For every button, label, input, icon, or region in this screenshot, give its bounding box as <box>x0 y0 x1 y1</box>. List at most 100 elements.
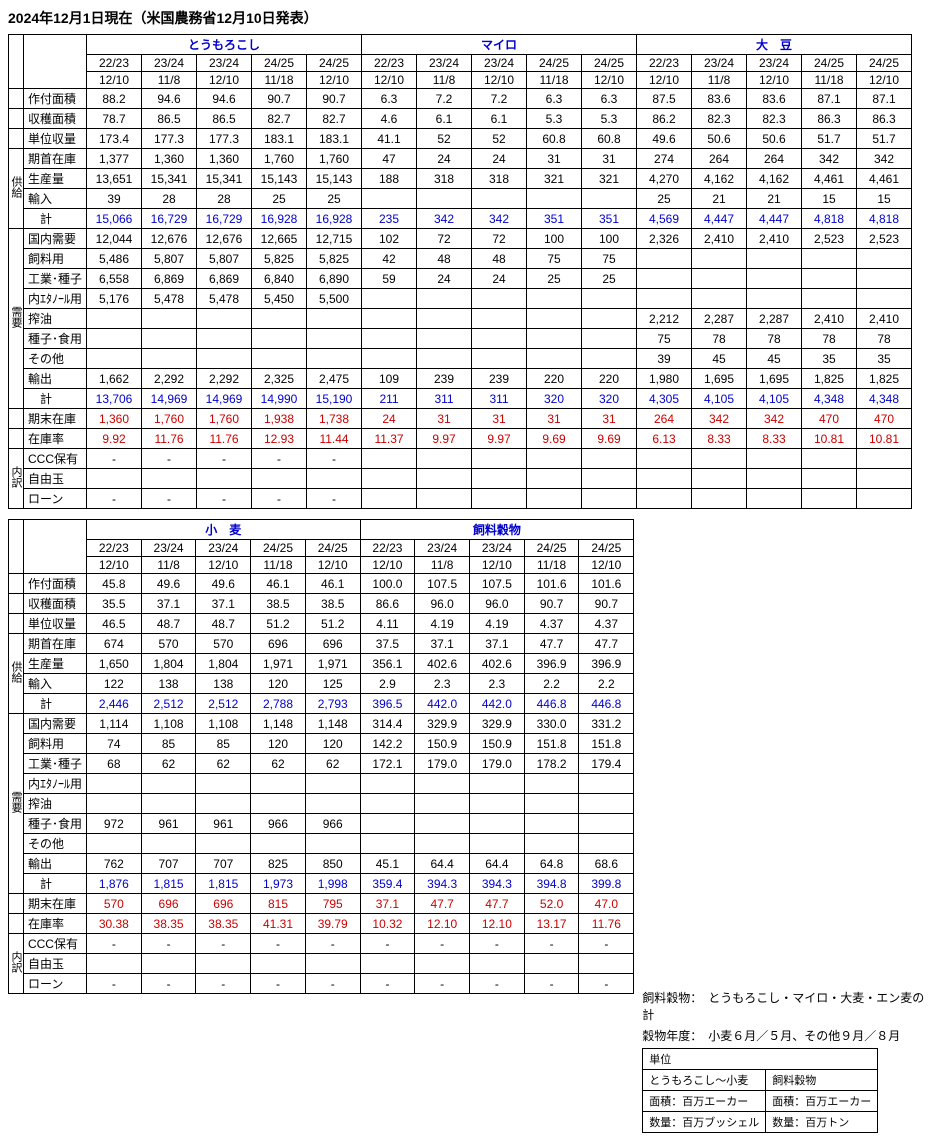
data-cell: 100 <box>527 229 582 249</box>
year-header: 23/24 <box>196 540 251 557</box>
data-cell: 6,840 <box>252 269 307 289</box>
data-cell: 4,162 <box>747 169 802 189</box>
data-cell <box>87 309 142 329</box>
data-cell: 46.5 <box>86 614 141 634</box>
data-cell: 86.6 <box>360 594 415 614</box>
data-cell: 351 <box>527 209 582 229</box>
data-cell: 62 <box>141 754 196 774</box>
data-cell: 87.1 <box>802 89 857 109</box>
data-cell: - <box>251 974 306 994</box>
data-cell <box>857 269 912 289</box>
data-cell: 38.5 <box>305 594 360 614</box>
data-cell: 87.5 <box>637 89 692 109</box>
data-cell <box>527 349 582 369</box>
row-label-seedfood: 種子･食用 <box>23 814 86 834</box>
data-cell: 2.9 <box>360 674 415 694</box>
side-supply: 供給 <box>9 149 24 229</box>
data-cell <box>802 289 857 309</box>
data-cell: 15,143 <box>252 169 307 189</box>
data-cell: 90.7 <box>307 89 362 109</box>
data-cell: 35.5 <box>86 594 141 614</box>
data-cell: 9.97 <box>472 429 527 449</box>
year-header: 23/24 <box>472 55 527 72</box>
data-cell: 82.3 <box>692 109 747 129</box>
side-demand: 需要 <box>9 714 24 894</box>
data-cell: 15,066 <box>87 209 142 229</box>
data-cell <box>692 449 747 469</box>
data-cell: 94.6 <box>142 89 197 109</box>
data-cell: 109 <box>362 369 417 389</box>
data-cell: 38.35 <box>196 914 251 934</box>
data-cell: 151.8 <box>524 734 579 754</box>
data-cell: 6.1 <box>417 109 472 129</box>
data-cell <box>747 489 802 509</box>
row-label-indseed: 工業･種子 <box>23 754 86 774</box>
data-cell: 179.0 <box>470 754 525 774</box>
data-cell <box>307 469 362 489</box>
data-cell: 39 <box>637 349 692 369</box>
data-cell <box>417 469 472 489</box>
data-cell: 62 <box>305 754 360 774</box>
data-cell: 9.69 <box>527 429 582 449</box>
data-cell: 14,969 <box>142 389 197 409</box>
data-cell <box>362 309 417 329</box>
data-cell: 14,990 <box>252 389 307 409</box>
data-cell: 331.2 <box>579 714 634 734</box>
data-cell: - <box>141 974 196 994</box>
data-cell <box>87 349 142 369</box>
data-cell <box>305 794 360 814</box>
data-cell: 972 <box>86 814 141 834</box>
data-cell <box>197 309 252 329</box>
row-label-crush: 搾油 <box>24 309 87 329</box>
data-cell: 25 <box>252 189 307 209</box>
data-cell: - <box>197 449 252 469</box>
data-cell: 6.1 <box>472 109 527 129</box>
data-cell: 37.1 <box>141 594 196 614</box>
data-cell: 570 <box>86 894 141 914</box>
row-label-domestic: 国内需要 <box>23 714 86 734</box>
data-cell: - <box>524 934 579 954</box>
data-cell: 321 <box>582 169 637 189</box>
data-cell: 4.19 <box>470 614 525 634</box>
row-label-export: 輸出 <box>24 369 87 389</box>
data-cell: 8.33 <box>747 429 802 449</box>
data-cell: - <box>197 489 252 509</box>
data-cell <box>251 954 306 974</box>
date-header: 11/18 <box>527 72 582 89</box>
data-cell: 83.6 <box>747 89 802 109</box>
data-cell: 12,665 <box>252 229 307 249</box>
data-cell: 5.3 <box>582 109 637 129</box>
data-cell: 4.19 <box>415 614 470 634</box>
data-cell <box>470 814 525 834</box>
data-cell: 12.93 <box>252 429 307 449</box>
year-header: 22/23 <box>362 55 417 72</box>
data-cell <box>802 249 857 269</box>
data-cell <box>582 489 637 509</box>
data-cell: 396.9 <box>524 654 579 674</box>
data-cell: 90.7 <box>579 594 634 614</box>
data-cell <box>579 834 634 854</box>
data-cell <box>141 834 196 854</box>
data-cell: 1,108 <box>196 714 251 734</box>
data-cell: 12.10 <box>470 914 525 934</box>
data-cell <box>582 349 637 369</box>
data-cell: 21 <box>747 189 802 209</box>
data-cell: 2,512 <box>196 694 251 714</box>
notes-block: 飼料穀物： とうもろこし・マイロ・大麦・エン麦の計 穀物年度： 小麦６月／５月、… <box>642 519 935 1133</box>
data-cell <box>141 774 196 794</box>
data-cell: 75 <box>527 249 582 269</box>
data-cell: 966 <box>305 814 360 834</box>
year-header: 22/23 <box>637 55 692 72</box>
data-cell: 183.1 <box>307 129 362 149</box>
row-label-ethanol: 内ｴﾀﾉｰﾙ用 <box>23 774 86 794</box>
year-header: 24/25 <box>857 55 912 72</box>
year-header: 24/25 <box>582 55 637 72</box>
data-cell: 78 <box>857 329 912 349</box>
data-cell: 4,818 <box>857 209 912 229</box>
data-cell: - <box>252 489 307 509</box>
data-cell <box>524 794 579 814</box>
data-cell: 2,292 <box>197 369 252 389</box>
data-cell <box>417 289 472 309</box>
data-cell: 35 <box>857 349 912 369</box>
data-cell: 1,825 <box>802 369 857 389</box>
